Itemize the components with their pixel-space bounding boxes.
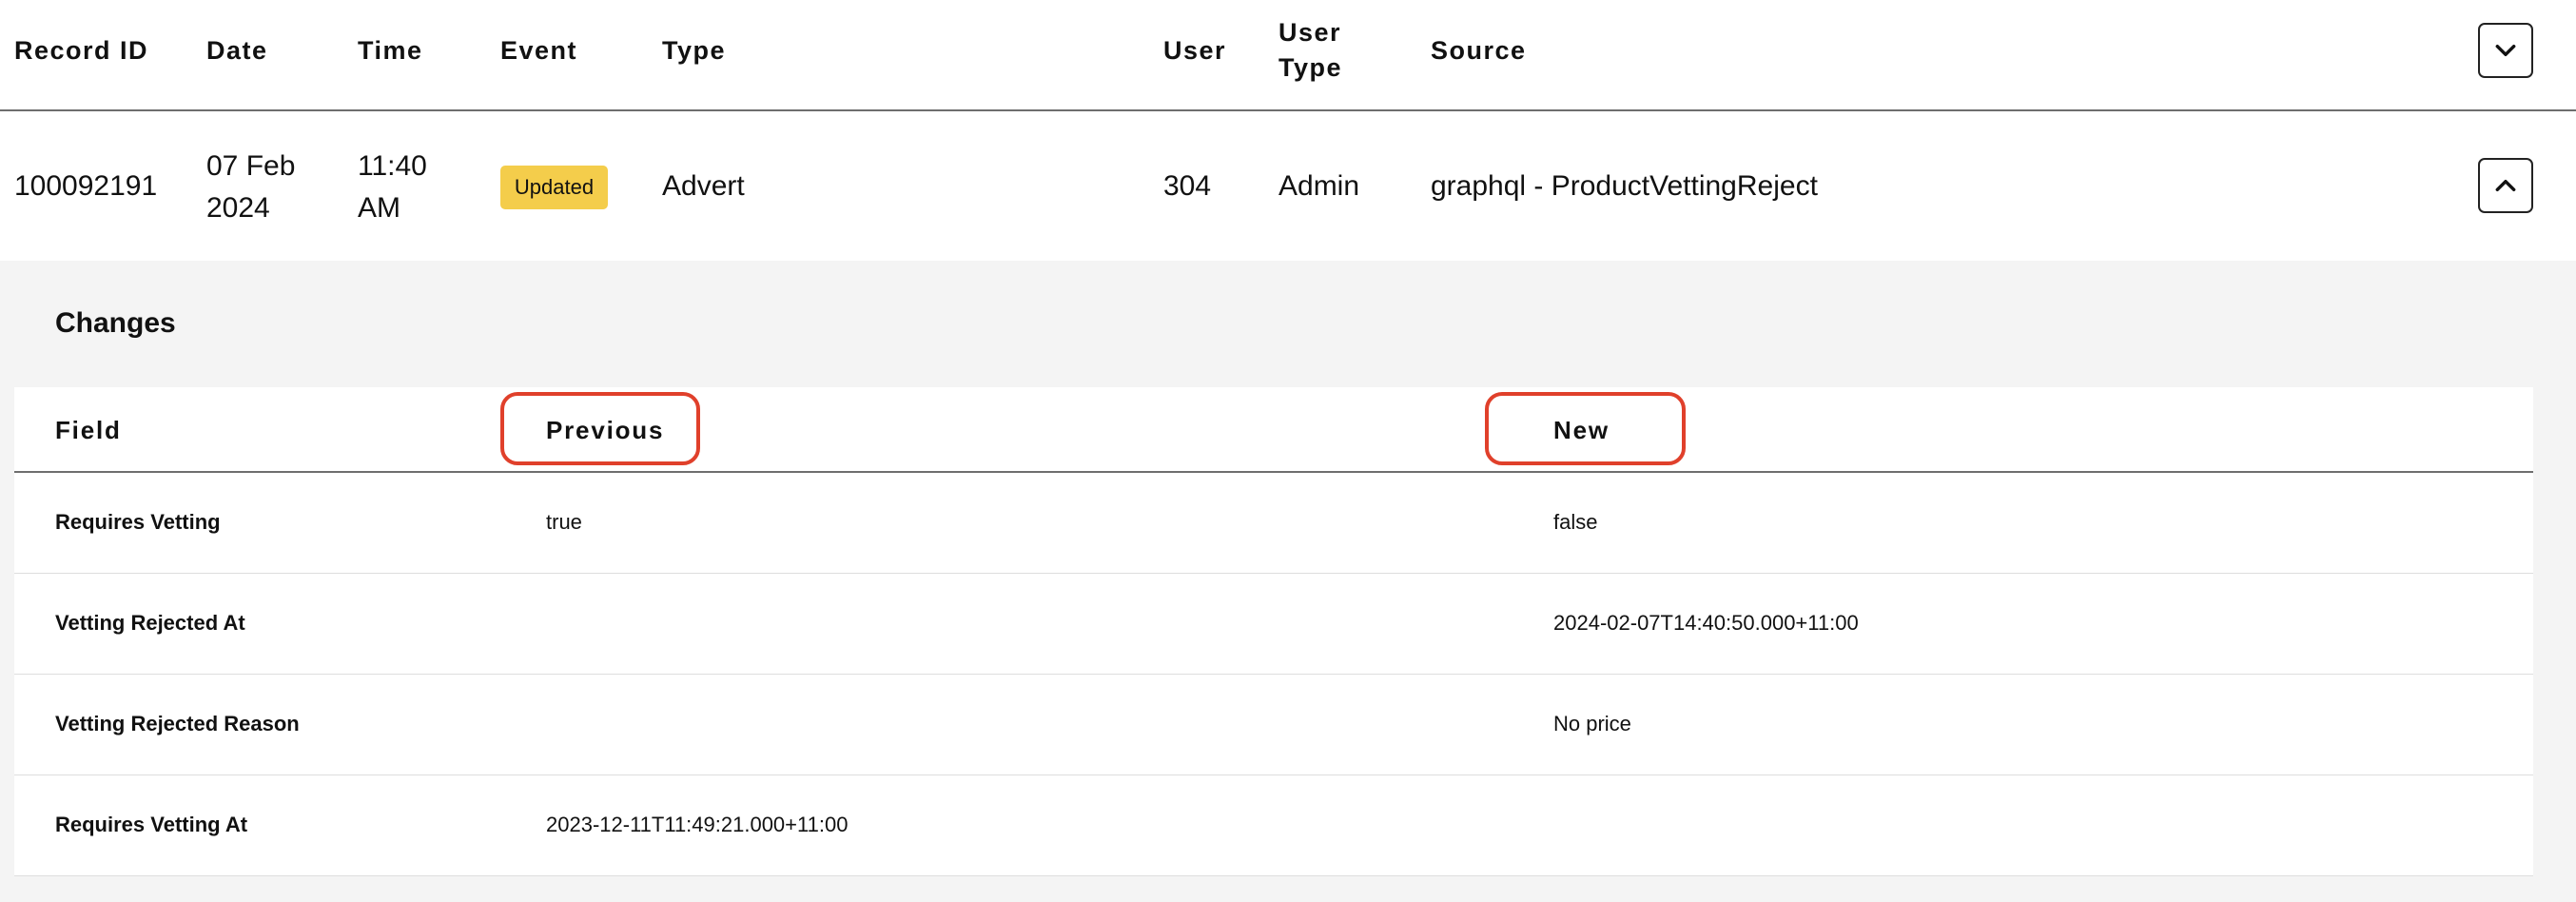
record-user: 304 (1163, 170, 1212, 202)
changes-title: Changes (55, 307, 176, 339)
column-header-type: Type (662, 36, 727, 65)
table-row: Vetting Rejected At 2024-02-07T14:40:50.… (14, 574, 2533, 675)
expand-all-button[interactable] (2478, 23, 2533, 78)
column-header-user: User (1163, 36, 1227, 65)
column-header-record-id: Record ID (14, 36, 149, 65)
change-new-value: No price (1553, 712, 1631, 735)
previous-header-highlight (500, 392, 700, 465)
table-row: Requires Vetting At 2023-12-11T11:49:21.… (14, 775, 2533, 876)
collapse-row-button[interactable] (2478, 158, 2533, 213)
record-date-line2: 2024 (206, 192, 270, 224)
record-type: Advert (662, 170, 745, 202)
change-previous-value: 2023-12-11T11:49:21.000+11:00 (546, 813, 849, 836)
column-header-field: Field (55, 416, 122, 444)
event-status-badge: Updated (500, 166, 608, 209)
chevron-up-icon (2495, 179, 2516, 192)
record-date-line1: 07 Feb (206, 150, 296, 182)
change-previous-value: true (546, 510, 582, 534)
record-id: 100092191 (14, 170, 158, 202)
change-new-value: 2024-02-07T14:40:50.000+11:00 (1553, 611, 1859, 635)
column-header-source: Source (1431, 36, 1527, 65)
change-new-value: false (1553, 510, 1598, 534)
record-time-line1: 11:40 (358, 150, 427, 182)
column-header-user-type-line1: User (1278, 18, 1342, 47)
table-header: Record ID Date Time Event Type User User… (0, 0, 2576, 111)
table-row: Requires Vetting true false (14, 473, 2533, 574)
change-field: Requires Vetting (55, 510, 221, 534)
column-header-date: Date (206, 36, 268, 65)
column-header-time: Time (358, 36, 423, 65)
chevron-down-icon (2495, 44, 2516, 57)
record-date: 07 Feb 2024 (206, 146, 295, 229)
new-header-highlight (1485, 392, 1686, 465)
column-header-event: Event (500, 36, 578, 65)
change-field: Requires Vetting At (55, 813, 248, 836)
change-field: Vetting Rejected Reason (55, 712, 300, 735)
record-time-line2: AM (358, 192, 400, 224)
changes-panel: Changes Field Previous New Requires Vett… (0, 261, 2576, 902)
table-row: Vetting Rejected Reason No price (14, 675, 2533, 775)
change-field: Vetting Rejected At (55, 611, 245, 635)
table-row[interactable]: 100092191 07 Feb 2024 11:40 AM Updated A… (0, 111, 2576, 261)
column-header-user-type-line2: Type (1278, 53, 1343, 82)
record-source: graphql - ProductVettingReject (1431, 170, 1818, 202)
changes-table-header: Field Previous New (14, 387, 2533, 473)
changes-table: Field Previous New Requires Vetting true… (14, 387, 2533, 876)
record-time: 11:40 AM (358, 146, 427, 229)
record-user-type: Admin (1278, 170, 1360, 202)
column-header-user-type: User Type (1278, 15, 1342, 86)
